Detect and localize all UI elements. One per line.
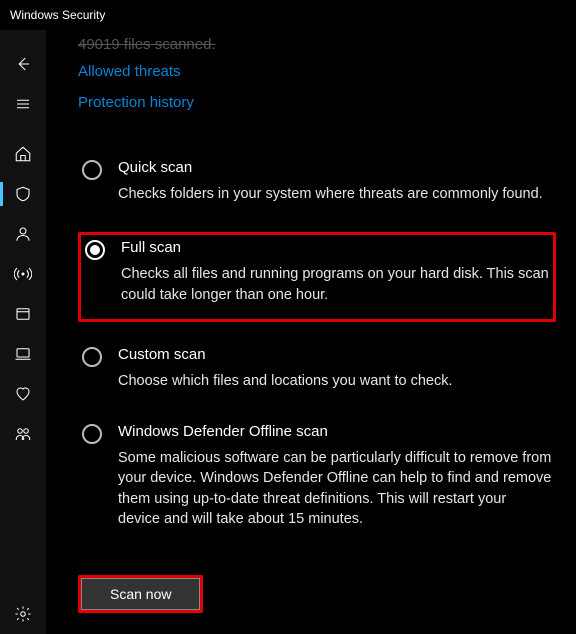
title-bar: Windows Security — [0, 0, 576, 30]
home-icon — [14, 145, 32, 163]
radio-circle-icon — [82, 424, 102, 444]
radio-circle-icon — [82, 347, 102, 367]
link-protection-history[interactable]: Protection history — [78, 94, 556, 111]
option-custom-scan-wrap: Custom scan Choose which files and locat… — [78, 342, 556, 399]
app-icon — [14, 305, 32, 323]
nav-device-security[interactable] — [0, 334, 46, 374]
gear-icon — [14, 605, 32, 623]
radio-full-scan[interactable]: Full scan Checks all files and running p… — [81, 235, 553, 313]
nav-app-browser[interactable] — [0, 294, 46, 334]
hamburger-icon — [14, 95, 32, 113]
scan-now-button[interactable]: Scan now — [81, 578, 200, 610]
scan-now-highlight: Scan now — [78, 575, 203, 613]
sidebar — [0, 30, 46, 634]
nav-device-health[interactable] — [0, 374, 46, 414]
radio-desc: Some malicious software can be particula… — [118, 448, 552, 529]
arrow-left-icon — [14, 55, 32, 73]
radio-quick-scan[interactable]: Quick scan Checks folders in your system… — [78, 155, 556, 212]
menu-button[interactable] — [0, 84, 46, 124]
heart-icon — [14, 385, 32, 403]
back-button[interactable] — [0, 44, 46, 84]
radio-circle-icon — [85, 240, 105, 260]
family-icon — [14, 425, 32, 443]
radio-title: Full scan — [121, 239, 549, 256]
nav-family-options[interactable] — [0, 414, 46, 454]
option-quick-scan-wrap: Quick scan Checks folders in your system… — [78, 155, 556, 212]
nav-firewall[interactable] — [0, 254, 46, 294]
radio-desc: Checks all files and running programs on… — [121, 264, 549, 305]
window-title: Windows Security — [10, 8, 105, 22]
option-offline-scan-wrap: Windows Defender Offline scan Some malic… — [78, 419, 556, 537]
scan-options-group: Quick scan Checks folders in your system… — [78, 155, 556, 537]
nav-settings[interactable] — [0, 594, 46, 634]
device-icon — [14, 345, 32, 363]
radio-circle-icon — [82, 160, 102, 180]
radio-custom-scan[interactable]: Custom scan Choose which files and locat… — [78, 342, 556, 399]
shield-icon — [14, 185, 32, 203]
radio-title: Quick scan — [118, 159, 552, 176]
radio-desc: Checks folders in your system where thre… — [118, 184, 552, 204]
link-allowed-threats[interactable]: Allowed threats — [78, 63, 556, 80]
radio-offline-scan[interactable]: Windows Defender Offline scan Some malic… — [78, 419, 556, 537]
radio-title: Custom scan — [118, 346, 552, 363]
scan-status-truncated: 49019 files scanned. — [78, 36, 556, 53]
person-icon — [14, 225, 32, 243]
radio-title: Windows Defender Offline scan — [118, 423, 552, 440]
content-area: 49019 files scanned. Allowed threats Pro… — [46, 30, 576, 634]
radio-desc: Choose which files and locations you wan… — [118, 371, 552, 391]
nav-home[interactable] — [0, 134, 46, 174]
nav-virus-protection[interactable] — [0, 174, 46, 214]
nav-account-protection[interactable] — [0, 214, 46, 254]
option-full-scan-wrap: Full scan Checks all files and running p… — [78, 232, 556, 322]
antenna-icon — [14, 265, 32, 283]
